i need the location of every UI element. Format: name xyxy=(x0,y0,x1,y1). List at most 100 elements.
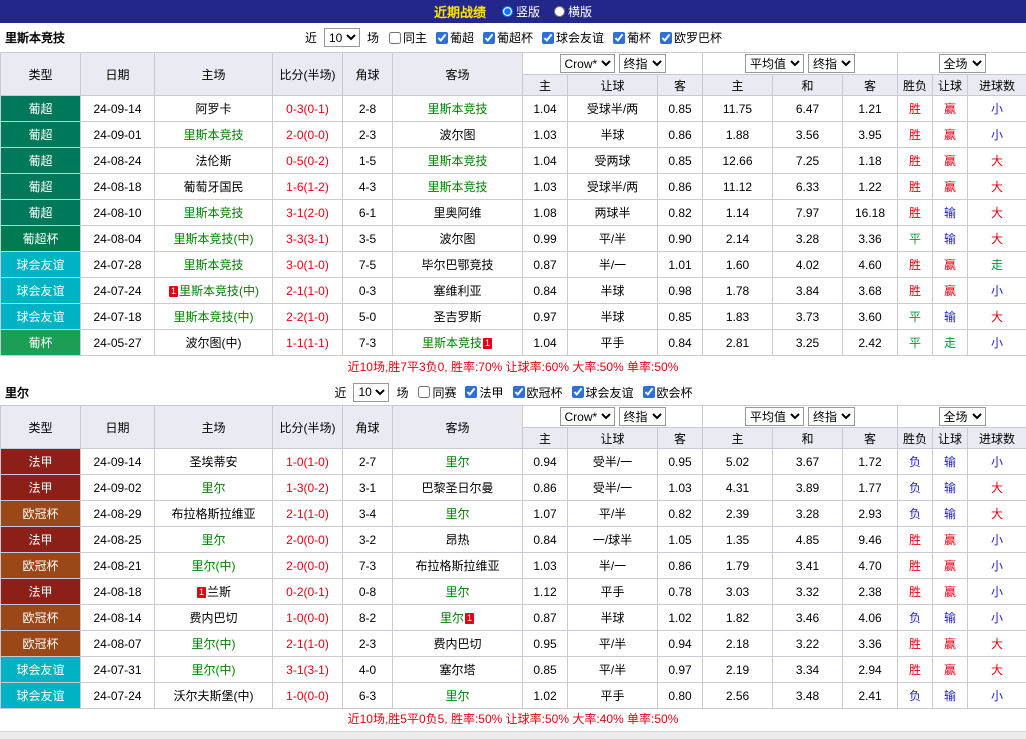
league-filter-item[interactable]: 球会友谊 xyxy=(542,29,604,46)
home-team-link[interactable]: 里斯本竞技(中) xyxy=(174,232,254,246)
league-filter-checkbox[interactable] xyxy=(465,386,477,398)
scope-select[interactable]: 全场 xyxy=(939,407,986,426)
home-team-link[interactable]: 里尔(中) xyxy=(192,663,236,677)
home-team-link[interactable]: 阿罗卡 xyxy=(195,102,231,116)
home-team-link[interactable]: 圣埃蒂安 xyxy=(189,455,237,469)
away-team-link[interactable]: 毕尔巴鄂竞技 xyxy=(421,258,493,272)
horizontal-scrollbar[interactable] xyxy=(0,731,1026,739)
away-team-link[interactable]: 波尔图 xyxy=(439,128,475,142)
away-team-link[interactable]: 里尔 xyxy=(440,611,464,625)
away-team-link[interactable]: 里斯本竞技 xyxy=(422,336,482,350)
home-team-link[interactable]: 里尔(中) xyxy=(192,559,236,573)
league-filter-item[interactable]: 同赛 xyxy=(418,384,456,401)
match-score[interactable]: 0-3(0-1) xyxy=(273,96,343,122)
avg-source-select[interactable]: 平均值 xyxy=(745,54,804,73)
avg-terminal-select[interactable]: 终指 xyxy=(808,407,855,426)
away-team-link[interactable]: 塞尔塔 xyxy=(439,663,475,677)
home-team-link[interactable]: 费内巴切 xyxy=(189,611,237,625)
match-score[interactable]: 3-1(2-0) xyxy=(273,200,343,226)
match-score[interactable]: 2-1(1-0) xyxy=(273,501,343,527)
scope-select[interactable]: 全场 xyxy=(939,54,986,73)
match-score[interactable]: 2-2(1-0) xyxy=(273,304,343,330)
home-team-link[interactable]: 布拉格斯拉维亚 xyxy=(171,507,255,521)
away-team-link[interactable]: 里尔 xyxy=(445,455,469,469)
match-score[interactable]: 0-5(0-2) xyxy=(273,148,343,174)
match-score[interactable]: 1-0(1-0) xyxy=(273,449,343,475)
home-team-link[interactable]: 里尔 xyxy=(201,481,225,495)
league-filter-item[interactable]: 球会友谊 xyxy=(572,384,634,401)
odds-source-select[interactable]: Crow* xyxy=(560,54,615,73)
league-filter-checkbox[interactable] xyxy=(513,386,525,398)
home-team-link[interactable]: 里斯本竞技 xyxy=(183,128,243,142)
league-filter-checkbox[interactable] xyxy=(483,32,495,44)
league-filter-checkbox[interactable] xyxy=(389,32,401,44)
league-filter-item[interactable]: 欧冠杯 xyxy=(513,384,563,401)
layout-radio-vertical[interactable]: 竖版 xyxy=(502,3,540,20)
away-team-link[interactable]: 里斯本竞技 xyxy=(427,154,487,168)
odds-terminal-select[interactable]: 终指 xyxy=(619,407,666,426)
league-filter-item[interactable]: 葡超 xyxy=(436,29,474,46)
match-score[interactable]: 1-0(0-0) xyxy=(273,605,343,631)
league-filter-checkbox[interactable] xyxy=(542,32,554,44)
home-team-link[interactable]: 里尔 xyxy=(201,533,225,547)
match-score[interactable]: 3-0(1-0) xyxy=(273,252,343,278)
away-team-link[interactable]: 布拉格斯拉维亚 xyxy=(415,559,499,573)
home-team-link[interactable]: 法伦斯 xyxy=(195,154,231,168)
layout-radio-input[interactable] xyxy=(502,6,513,17)
match-score[interactable]: 2-1(1-0) xyxy=(273,631,343,657)
home-team-link[interactable]: 沃尔夫斯堡(中) xyxy=(174,689,254,703)
avg-terminal-select[interactable]: 终指 xyxy=(808,54,855,73)
home-team-link[interactable]: 里斯本竞技(中) xyxy=(179,284,259,298)
match-score[interactable]: 1-6(1-2) xyxy=(273,174,343,200)
away-team-link[interactable]: 波尔图 xyxy=(439,232,475,246)
league-filter-item[interactable]: 同主 xyxy=(389,29,427,46)
home-team-link[interactable]: 里斯本竞技(中) xyxy=(174,310,254,324)
away-team-link[interactable]: 里尔 xyxy=(445,585,469,599)
match-score[interactable]: 2-0(0-0) xyxy=(273,553,343,579)
away-team-link[interactable]: 昂热 xyxy=(445,533,469,547)
away-team-link[interactable]: 里奥阿维 xyxy=(433,206,481,220)
home-team-link[interactable]: 葡萄牙国民 xyxy=(183,180,243,194)
home-team-link[interactable]: 里斯本竞技 xyxy=(183,206,243,220)
away-team-link[interactable]: 巴黎圣日尔曼 xyxy=(421,481,493,495)
away-team-link[interactable]: 费内巴切 xyxy=(433,637,481,651)
league-filter-checkbox[interactable] xyxy=(643,386,655,398)
layout-radio-input[interactable] xyxy=(554,6,565,17)
odds-terminal-select[interactable]: 终指 xyxy=(619,54,666,73)
away-team-link[interactable]: 圣吉罗斯 xyxy=(433,310,481,324)
match-score[interactable]: 1-3(0-2) xyxy=(273,475,343,501)
match-score[interactable]: 2-1(1-0) xyxy=(273,278,343,304)
away-team-cell: 塞尔塔 xyxy=(393,657,523,683)
league-filter-checkbox[interactable] xyxy=(436,32,448,44)
league-filter-item[interactable]: 欧罗巴杯 xyxy=(660,29,722,46)
match-score[interactable]: 0-2(0-1) xyxy=(273,579,343,605)
away-team-link[interactable]: 塞维利亚 xyxy=(433,284,481,298)
avg-source-select[interactable]: 平均值 xyxy=(745,407,804,426)
league-filter-item[interactable]: 法甲 xyxy=(465,384,503,401)
league-filter-item[interactable]: 欧会杯 xyxy=(643,384,693,401)
match-count-select[interactable]: 10 xyxy=(353,383,389,402)
match-score[interactable]: 1-0(0-0) xyxy=(273,683,343,709)
layout-radio-horizontal[interactable]: 横版 xyxy=(554,3,592,20)
away-team-link[interactable]: 里斯本竞技 xyxy=(427,102,487,116)
match-count-select[interactable]: 10 xyxy=(324,28,360,47)
league-filter-checkbox[interactable] xyxy=(572,386,584,398)
league-filter-checkbox[interactable] xyxy=(418,386,430,398)
away-team-link[interactable]: 里尔 xyxy=(445,689,469,703)
match-score[interactable]: 3-1(3-1) xyxy=(273,657,343,683)
away-team-link[interactable]: 里斯本竞技 xyxy=(427,180,487,194)
home-team-link[interactable]: 兰斯 xyxy=(207,585,231,599)
league-filter-checkbox[interactable] xyxy=(660,32,672,44)
league-filter-item[interactable]: 葡杯 xyxy=(613,29,651,46)
league-filter-item[interactable]: 葡超杯 xyxy=(483,29,533,46)
home-team-link[interactable]: 里斯本竞技 xyxy=(183,258,243,272)
home-team-link[interactable]: 里尔(中) xyxy=(192,637,236,651)
odds-source-select[interactable]: Crow* xyxy=(560,407,615,426)
league-filter-checkbox[interactable] xyxy=(613,32,625,44)
match-score[interactable]: 2-0(0-0) xyxy=(273,122,343,148)
match-score[interactable]: 1-1(1-1) xyxy=(273,330,343,356)
match-score[interactable]: 3-3(3-1) xyxy=(273,226,343,252)
match-score[interactable]: 2-0(0-0) xyxy=(273,527,343,553)
home-team-link[interactable]: 波尔图(中) xyxy=(186,336,242,350)
away-team-link[interactable]: 里尔 xyxy=(445,507,469,521)
